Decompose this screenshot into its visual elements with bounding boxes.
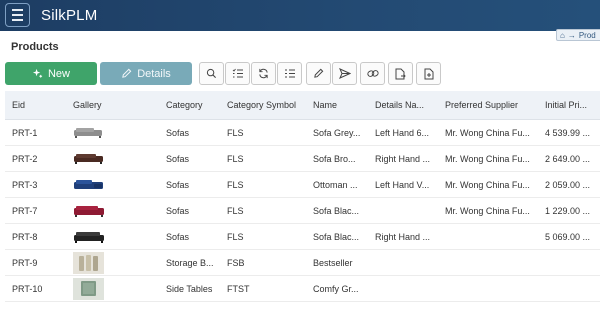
- cell-details-name: Left Hand 6...: [375, 128, 430, 138]
- table-header: Eid Gallery Category Category Symbol Nam…: [5, 91, 600, 120]
- edit-icon: [314, 68, 324, 78]
- cell-category-symbol: FLS: [227, 154, 244, 164]
- cell-category: Side Tables: [166, 284, 213, 294]
- cell-name: Sofa Grey...: [313, 128, 361, 138]
- search-icon: [206, 68, 217, 79]
- table-row[interactable]: PRT-3 Sofas FLS Ottoman ... Left Hand V.…: [5, 172, 600, 198]
- cell-preferred-supplier: Mr. Wong China Fu...: [445, 128, 530, 138]
- export-button[interactable]: [388, 62, 413, 85]
- cell-category: Sofas: [166, 128, 190, 138]
- breadcrumb-separator-icon: →: [567, 30, 576, 40]
- cell-category: Storage B...: [166, 258, 214, 268]
- column-header-eid[interactable]: Eid: [12, 100, 25, 110]
- column-header-category-symbol[interactable]: Category Symbol: [227, 100, 296, 110]
- new-button-label: New: [47, 67, 70, 80]
- search-button[interactable]: [199, 62, 224, 85]
- cell-name: Bestseller: [313, 258, 353, 268]
- cell-details-name: Right Hand ...: [375, 232, 431, 242]
- cell-category-symbol: FLS: [227, 232, 244, 242]
- hamburger-icon-line: [12, 9, 23, 11]
- table-row[interactable]: PRT-2 Sofas FLS Sofa Bro... Right Hand .…: [5, 146, 600, 172]
- cell-category-symbol: FSB: [227, 258, 245, 268]
- app-header: SilkPLM: [0, 0, 600, 31]
- cell-details-name: Left Hand V...: [375, 180, 430, 190]
- product-thumbnail: [74, 180, 103, 189]
- link-button[interactable]: [360, 62, 385, 85]
- cell-category: Sofas: [166, 180, 190, 190]
- product-thumbnail: [74, 206, 104, 217]
- cell-initial-price: 5 069.00 ...: [545, 232, 591, 242]
- refresh-button[interactable]: [251, 62, 276, 85]
- table-row[interactable]: PRT-9 Storage B... FSB Bestseller: [5, 250, 600, 276]
- document-icon: [424, 68, 433, 79]
- hamburger-icon-line: [12, 14, 23, 16]
- edit-button[interactable]: [306, 62, 331, 85]
- app-title: SilkPLM: [41, 7, 98, 24]
- column-header-details-name[interactable]: Details Na...: [375, 100, 424, 110]
- link-icon: [366, 70, 379, 77]
- pencil-icon: [122, 68, 132, 78]
- cell-category-symbol: FLS: [227, 180, 244, 190]
- columns-button[interactable]: [277, 62, 302, 85]
- column-header-category[interactable]: Category: [166, 100, 203, 110]
- cell-category: Sofas: [166, 232, 190, 242]
- cell-eid: PRT-8: [12, 232, 38, 242]
- page-title: Products: [11, 41, 59, 53]
- cell-category: Sofas: [166, 154, 190, 164]
- cell-name: Sofa Blac...: [313, 232, 360, 242]
- cell-preferred-supplier: Mr. Wong China Fu...: [445, 180, 530, 190]
- cell-eid: PRT-7: [12, 206, 38, 216]
- details-button-label: Details: [137, 67, 171, 80]
- refresh-icon: [259, 68, 268, 79]
- filter-list-button[interactable]: [225, 62, 250, 85]
- table-row[interactable]: PRT-10 Side Tables FTST Comfy Gr...: [5, 276, 600, 302]
- product-thumbnail: [73, 252, 104, 274]
- cell-name: Comfy Gr...: [313, 284, 359, 294]
- filter-list-icon: [232, 68, 243, 78]
- cell-initial-price: 2 059.00 ...: [545, 180, 591, 190]
- cell-eid: PRT-1: [12, 128, 38, 138]
- new-button[interactable]: New: [5, 62, 97, 85]
- cell-category-symbol: FLS: [227, 128, 244, 138]
- cell-initial-price: 1 229.00 ...: [545, 206, 591, 216]
- column-header-initial-price[interactable]: Initial Pri...: [545, 100, 587, 110]
- product-thumbnail: [73, 278, 104, 300]
- cell-preferred-supplier: Mr. Wong China Fu...: [445, 206, 530, 216]
- home-icon[interactable]: ⌂: [560, 31, 565, 40]
- document-button[interactable]: [416, 62, 441, 85]
- columns-icon: [284, 69, 295, 78]
- column-header-gallery[interactable]: Gallery: [73, 100, 102, 110]
- breadcrumb[interactable]: ⌂ → Prod: [556, 29, 600, 41]
- column-header-name[interactable]: Name: [313, 100, 337, 110]
- cell-name: Ottoman ...: [313, 180, 358, 190]
- export-icon: [395, 68, 406, 79]
- cell-details-name: Right Hand ...: [375, 154, 431, 164]
- hamburger-icon-line: [12, 19, 23, 21]
- cell-initial-price: 2 649.00 ...: [545, 154, 591, 164]
- product-thumbnail: [74, 128, 102, 138]
- column-header-preferred-supplier[interactable]: Preferred Supplier: [445, 100, 518, 110]
- cell-eid: PRT-3: [12, 180, 38, 190]
- send-button[interactable]: [332, 62, 357, 85]
- sparkle-plus-icon: [32, 68, 43, 78]
- table-row[interactable]: PRT-8 Sofas FLS Sofa Blac... Right Hand …: [5, 224, 600, 250]
- table-row[interactable]: PRT-1 Sofas FLS Sofa Grey... Left Hand 6…: [5, 120, 600, 146]
- cell-eid: PRT-10: [12, 284, 43, 294]
- cell-category-symbol: FTST: [227, 284, 250, 294]
- cell-eid: PRT-2: [12, 154, 38, 164]
- product-thumbnail: [74, 154, 103, 164]
- cell-initial-price: 4 539.99 ...: [545, 128, 591, 138]
- send-icon: [338, 68, 351, 79]
- cell-name: Sofa Bro...: [313, 154, 356, 164]
- cell-category: Sofas: [166, 206, 190, 216]
- cell-category-symbol: FLS: [227, 206, 244, 216]
- details-button[interactable]: Details: [100, 62, 192, 85]
- cell-name: Sofa Blac...: [313, 206, 360, 216]
- cell-eid: PRT-9: [12, 258, 38, 268]
- product-thumbnail: [74, 232, 104, 243]
- hamburger-menu-button[interactable]: [5, 3, 30, 27]
- table-row[interactable]: PRT-7 Sofas FLS Sofa Blac... Mr. Wong Ch…: [5, 198, 600, 224]
- cell-preferred-supplier: Mr. Wong China Fu...: [445, 154, 530, 164]
- breadcrumb-item-products[interactable]: Prod: [579, 31, 596, 40]
